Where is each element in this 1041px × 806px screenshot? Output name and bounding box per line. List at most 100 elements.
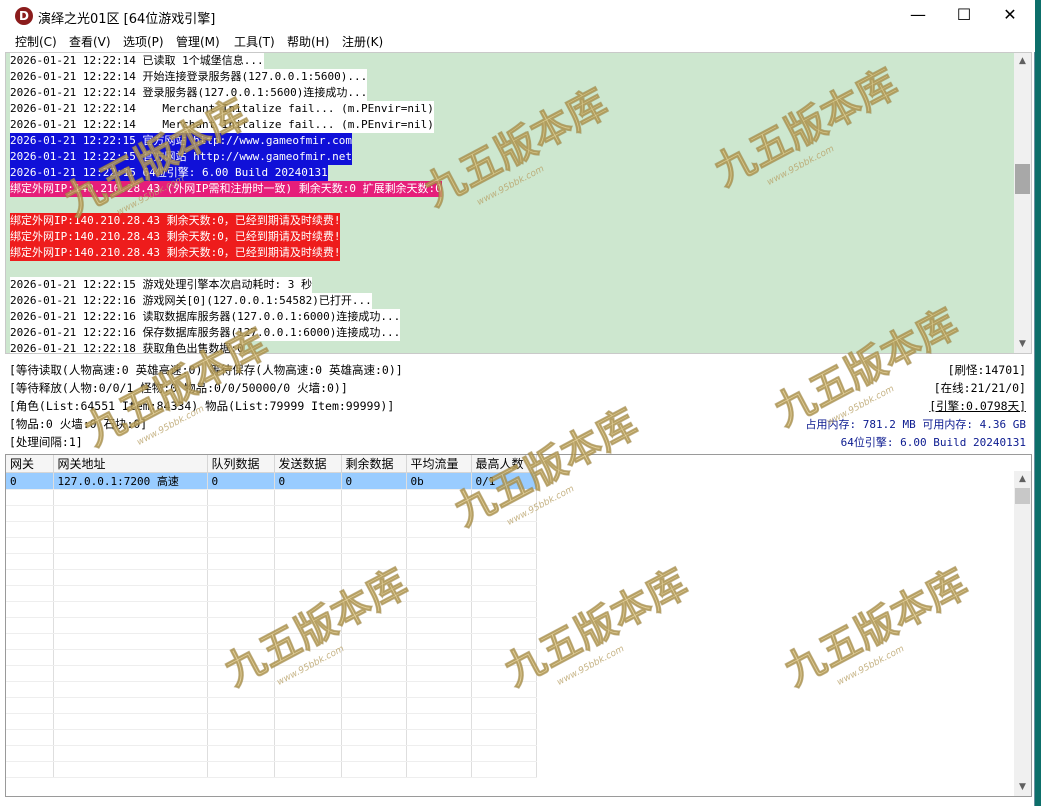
minimize-button[interactable]: — <box>895 0 941 32</box>
table-header-row: 网关 网关地址 队列数据 发送数据 剩余数据 平均流量 最高人数 <box>6 455 537 473</box>
table-cell <box>207 697 275 714</box>
log-line: 绑定外网IP:140.210.28.43 剩余天数:0，已经到期请及时续费! <box>10 229 341 245</box>
table-cell <box>6 489 54 506</box>
table-cell <box>406 713 472 730</box>
column-header[interactable]: 平均流量 <box>406 455 472 473</box>
table-cell <box>471 569 537 586</box>
status-monsters: [刷怪:14701] <box>947 363 1026 377</box>
menu-help[interactable]: 帮助(H) <box>287 33 329 50</box>
menu-manage[interactable]: 管理(M) <box>176 33 220 50</box>
table-cell <box>6 729 54 746</box>
table-cell <box>471 489 537 506</box>
table-cell <box>274 537 342 554</box>
table-cell <box>274 585 342 602</box>
table-cell <box>53 713 208 730</box>
table-cell <box>341 713 407 730</box>
log-line: 2026-01-21 12:22:14 开始连接登录服务器(127.0.0.1:… <box>10 69 368 85</box>
column-header[interactable]: 网关地址 <box>53 455 208 473</box>
table-cell <box>406 697 472 714</box>
column-header[interactable]: 队列数据 <box>207 455 275 473</box>
table-cell <box>341 521 407 538</box>
table-cell <box>6 521 54 538</box>
table-cell <box>406 537 472 554</box>
table-cell <box>406 617 472 634</box>
column-header[interactable]: 剩余数据 <box>341 455 407 473</box>
table-cell: 0 <box>207 472 275 490</box>
table-cell <box>6 649 54 666</box>
table-cell <box>53 585 208 602</box>
table-cell <box>341 585 407 602</box>
table-cell <box>341 729 407 746</box>
menu-view[interactable]: 查看(V) <box>69 33 111 50</box>
table-cell <box>274 649 342 666</box>
table-cell <box>207 745 275 762</box>
table-cell <box>471 713 537 730</box>
gateway-grid[interactable]: 网关 网关地址 队列数据 发送数据 剩余数据 平均流量 最高人数 0 127.0.… <box>5 454 1032 797</box>
table-cell <box>207 633 275 650</box>
table-cell <box>6 745 54 762</box>
log-line: 绑定外网IP:140.210.28.43 剩余天数:0，已经到期请及时续费! <box>10 213 341 229</box>
scroll-up-icon[interactable]: ▲ <box>1014 471 1031 488</box>
table-cell <box>53 537 208 554</box>
menu-options[interactable]: 选项(P) <box>123 33 164 50</box>
table-cell <box>471 521 537 538</box>
menu-register[interactable]: 注册(K) <box>342 33 383 50</box>
table-cell: 0b <box>406 472 472 490</box>
table-cell <box>406 681 472 698</box>
table-body: 0 127.0.0.1:7200 高速 0 0 0 0b 0/1 <box>6 472 537 778</box>
column-header[interactable]: 网关 <box>6 455 54 473</box>
window-title: 演绎之光01区 [64位游戏引擎] <box>38 12 216 27</box>
scroll-up-icon[interactable]: ▲ <box>1014 53 1031 70</box>
table-cell <box>207 665 275 682</box>
table-cell <box>406 745 472 762</box>
table-cell <box>207 713 275 730</box>
log-line: 2026-01-21 12:22:14 Merchant Initalize f… <box>10 101 434 117</box>
log-line: 2026-01-21 12:22:15 64位引擎: 6.00 Build 20… <box>10 165 328 181</box>
log-panel[interactable]: 2026-01-21 12:22:14 已读取 1个城堡信息... 2026-01… <box>5 52 1032 354</box>
table-cell <box>6 505 54 522</box>
table-cell <box>341 745 407 762</box>
table-cell <box>53 569 208 586</box>
log-line: 2026-01-21 12:22:15 官方网站 http://www.game… <box>10 149 353 165</box>
table-cell <box>341 569 407 586</box>
status-online: [在线:21/21/0] <box>933 381 1026 395</box>
table-cell <box>6 633 54 650</box>
maximize-button[interactable]: ☐ <box>941 0 987 32</box>
table-cell <box>207 489 275 506</box>
table-cell <box>471 697 537 714</box>
menu-tools[interactable]: 工具(T) <box>234 33 275 50</box>
grid-scrollbar[interactable]: ▲ ▼ <box>1014 471 1031 796</box>
column-header[interactable]: 最高人数 <box>471 455 537 473</box>
empty-row <box>6 697 537 714</box>
scroll-down-icon[interactable]: ▼ <box>1014 779 1031 796</box>
grid-scroll-thumb[interactable] <box>1015 488 1030 504</box>
gateway-table: 网关 网关地址 队列数据 发送数据 剩余数据 平均流量 最高人数 0 127.0.… <box>6 455 537 778</box>
log-scroll-thumb[interactable] <box>1015 164 1030 194</box>
table-cell <box>6 601 54 618</box>
menu-control[interactable]: 控制(C) <box>15 33 57 50</box>
table-cell <box>53 521 208 538</box>
empty-row <box>6 745 537 762</box>
table-cell <box>6 553 54 570</box>
table-cell <box>274 569 342 586</box>
table-cell <box>406 521 472 538</box>
title-bar[interactable]: D 演绎之光01区 [64位游戏引擎] — ☐ ✕ <box>0 0 1035 32</box>
table-row[interactable]: 0 127.0.0.1:7200 高速 0 0 0 0b 0/1 <box>6 472 537 490</box>
table-cell <box>207 617 275 634</box>
table-cell <box>53 761 208 778</box>
table-cell: 0/1 <box>471 472 537 490</box>
table-cell <box>471 729 537 746</box>
table-cell <box>274 713 342 730</box>
table-cell <box>274 633 342 650</box>
table-cell <box>207 729 275 746</box>
table-cell <box>471 505 537 522</box>
status-engine-time[interactable]: [引擎:0.0798天] <box>929 398 1026 414</box>
scroll-down-icon[interactable]: ▼ <box>1014 336 1031 353</box>
table-cell <box>471 633 537 650</box>
table-cell <box>6 761 54 778</box>
table-cell <box>471 745 537 762</box>
close-button[interactable]: ✕ <box>987 0 1033 32</box>
log-scrollbar[interactable]: ▲ ▼ <box>1014 53 1031 353</box>
log-line: 2026-01-21 12:22:16 读取数据库服务器(127.0.0.1:6… <box>10 309 401 325</box>
column-header[interactable]: 发送数据 <box>274 455 342 473</box>
